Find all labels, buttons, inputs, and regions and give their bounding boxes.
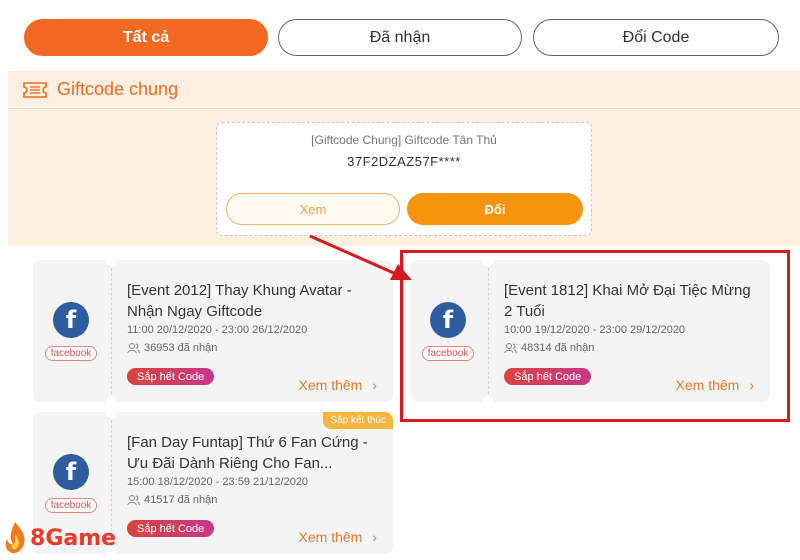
- exchange-button[interactable]: Đổi: [407, 193, 583, 225]
- received-count: 36953 đã nhận: [127, 342, 217, 354]
- see-more-label: Xem thêm: [298, 377, 363, 393]
- highlight-box: [400, 250, 790, 422]
- received-count-text: 36953 đã nhận: [144, 342, 218, 354]
- event-time: 15:00 18/12/2020 - 23:59 21/12/2020: [127, 476, 309, 488]
- event-time: 11:00 20/12/2020 - 23:00 26/12/2020: [127, 324, 308, 336]
- flame-logo-icon: [5, 522, 25, 554]
- logo-text: 8Game: [30, 526, 116, 551]
- status-badge: Sắp hết Code: [127, 368, 215, 385]
- chevron-right-icon: ›: [372, 377, 377, 393]
- logo-name: Game: [45, 525, 117, 551]
- logo-mark: 8: [30, 525, 46, 551]
- featured-title: [Giftcode Chung] Giftcode Tân Thủ: [311, 133, 497, 147]
- section-header: Giftcode chung: [8, 71, 800, 109]
- see-more-label: Xem thêm: [298, 529, 363, 545]
- ticket-icon: [23, 81, 47, 98]
- users-icon: [127, 495, 140, 506]
- tab-received[interactable]: Đã nhận: [278, 19, 522, 56]
- see-more-link[interactable]: Xem thêm ›: [299, 377, 377, 393]
- users-icon: [127, 343, 140, 354]
- section-title: Giftcode chung: [57, 79, 179, 99]
- tab-all[interactable]: Tất cả: [24, 19, 268, 56]
- facebook-icon: f: [53, 453, 89, 490]
- chevron-right-icon: ›: [372, 529, 377, 545]
- source-label: facebook: [44, 345, 98, 361]
- featured-code: 37F2DZAZ57F****: [347, 154, 461, 169]
- tab-bar: Tất cả Đã nhận Đổi Code: [24, 19, 779, 56]
- featured-giftcode-card: [Giftcode Chung] Giftcode Tân Thủ 37F2DZ…: [216, 122, 592, 236]
- facebook-icon: f: [53, 301, 89, 338]
- received-count: 41517 đã nhận: [127, 494, 217, 506]
- received-count-text: 41517 đã nhận: [144, 494, 218, 506]
- source-label: facebook: [44, 497, 98, 513]
- arrow-annotation: [309, 234, 412, 280]
- view-button[interactable]: Xem: [226, 193, 400, 225]
- card-source: f facebook: [33, 260, 109, 402]
- see-more-link[interactable]: Xem thêm ›: [299, 529, 377, 545]
- event-title: [Fan Day Funtap] Thứ 6 Fan Cứng - Ưu Đãi…: [127, 434, 368, 472]
- status-badge: Sắp hết Code: [127, 520, 215, 537]
- card-divider: [111, 268, 112, 394]
- tab-redeem-code[interactable]: Đổi Code: [533, 19, 779, 56]
- brand-logo: 8Game: [2, 516, 116, 560]
